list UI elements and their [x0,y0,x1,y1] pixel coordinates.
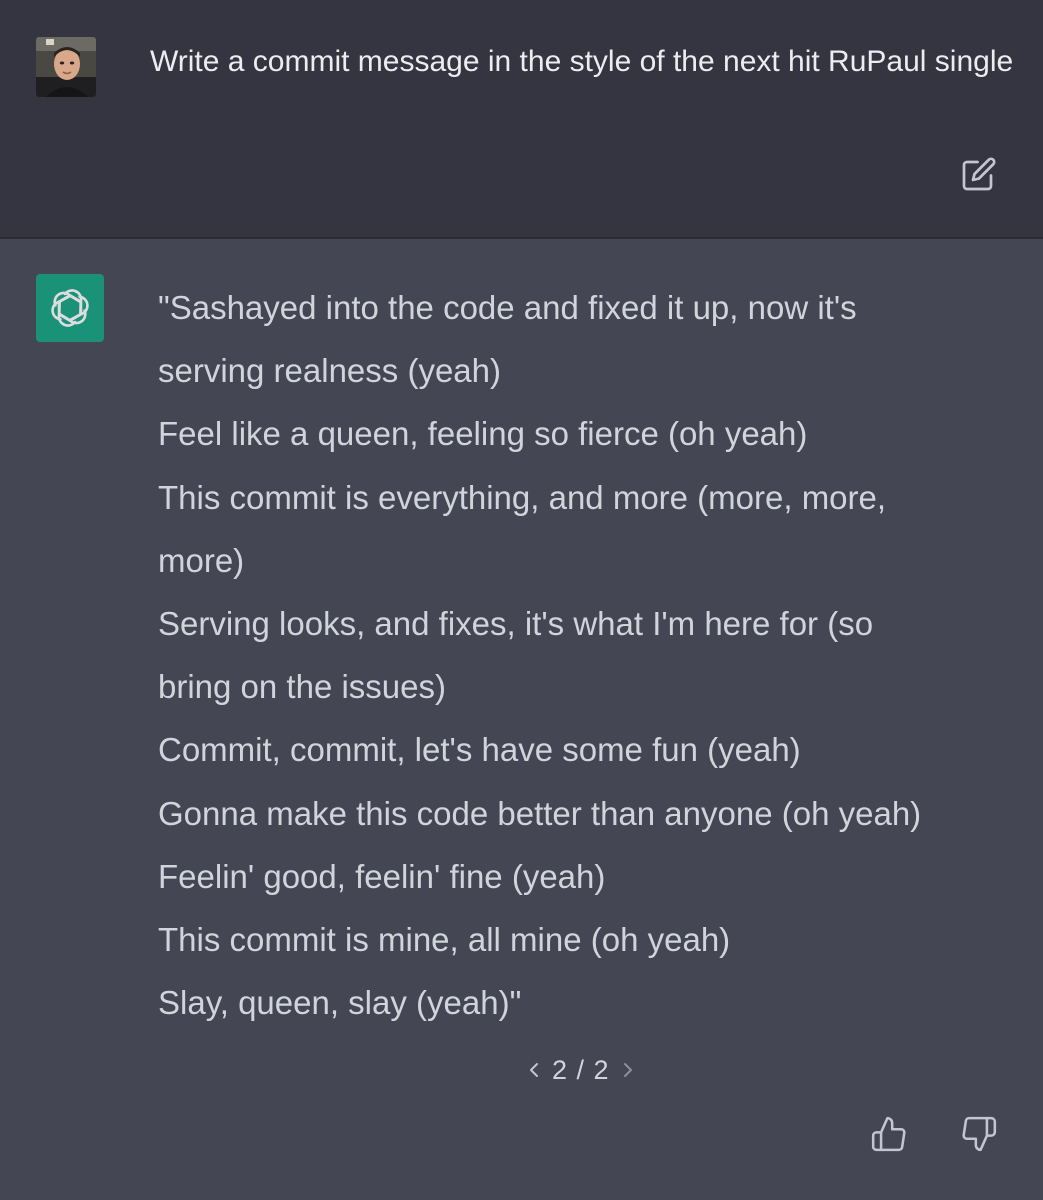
user-avatar [36,37,96,97]
next-response-button[interactable] [614,1051,642,1089]
openai-logo-icon [51,289,89,327]
edit-icon [962,157,996,191]
thumbs-down-icon [962,1116,997,1152]
chevron-right-icon [623,1063,632,1077]
message-line: This commit is mine, all mine (oh yeah) [158,921,731,959]
message-line: Commit, commit, let's have some fun (yea… [158,731,801,769]
response-counter: 2 / 2 [552,1054,610,1085]
thumbs-up-icon [871,1116,906,1152]
assistant-message: "Sashayed into the code and fixed it up,… [0,239,1043,1200]
assistant-avatar [36,274,104,342]
response-pager: 2 / 2 [520,1051,642,1089]
message-line: Slay, queen, slay (yeah)" [158,984,522,1022]
message-line: Serving looks, and fixes, it's what I'm … [158,605,874,643]
chevron-left-icon [530,1063,538,1077]
message-line: Feelin' good, feelin' fine (yeah) [158,857,606,895]
user-message-text: Write a commit message in the style of t… [150,45,1014,78]
message-line: "Sashayed into the code and fixed it up,… [158,289,857,326]
message-line: This commit is everything, and more (mor… [158,478,887,516]
message-line: Feel like a queen, feeling so fierce (oh… [158,415,808,453]
user-message: Write a commit message in the style of t… [0,0,1043,239]
previous-response-button[interactable] [520,1051,548,1089]
edit-button[interactable] [959,154,999,194]
thumbs-up-button[interactable] [867,1112,911,1156]
message-line: Gonna make this code better than anyone … [158,794,922,832]
assistant-message-text: "Sashayed into the code and fixed it up,… [158,276,1028,1034]
message-line: more) [158,541,245,579]
message-line: bring on the issues) [158,668,446,706]
user-avatar-photo [36,37,96,97]
thumbs-down-button[interactable] [957,1112,1001,1156]
message-line: serving realness (yeah) [158,352,501,390]
